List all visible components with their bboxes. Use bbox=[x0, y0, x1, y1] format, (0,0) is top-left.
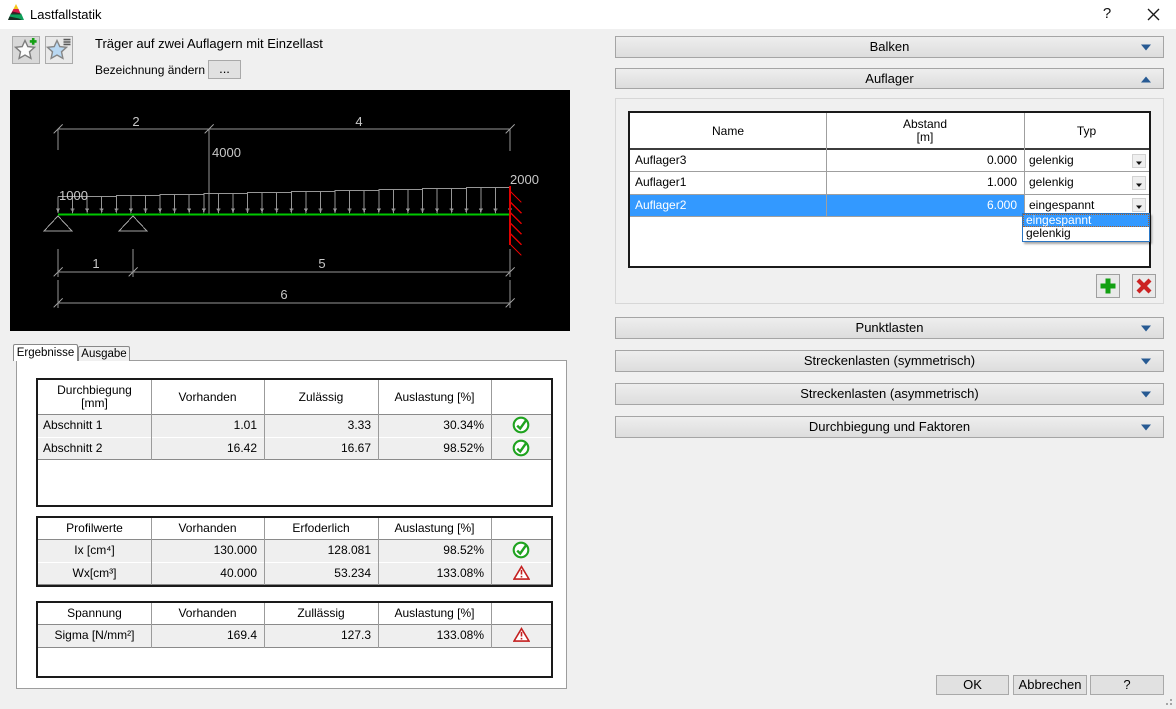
svg-text:5: 5 bbox=[318, 256, 325, 271]
svg-text:1000: 1000 bbox=[59, 188, 88, 203]
svg-text:1: 1 bbox=[92, 256, 99, 271]
svg-text:6: 6 bbox=[280, 287, 287, 302]
svg-text:4: 4 bbox=[355, 114, 362, 129]
svg-text:2000: 2000 bbox=[510, 172, 539, 187]
svg-text:2: 2 bbox=[132, 114, 139, 129]
svg-text:4000: 4000 bbox=[212, 145, 241, 160]
